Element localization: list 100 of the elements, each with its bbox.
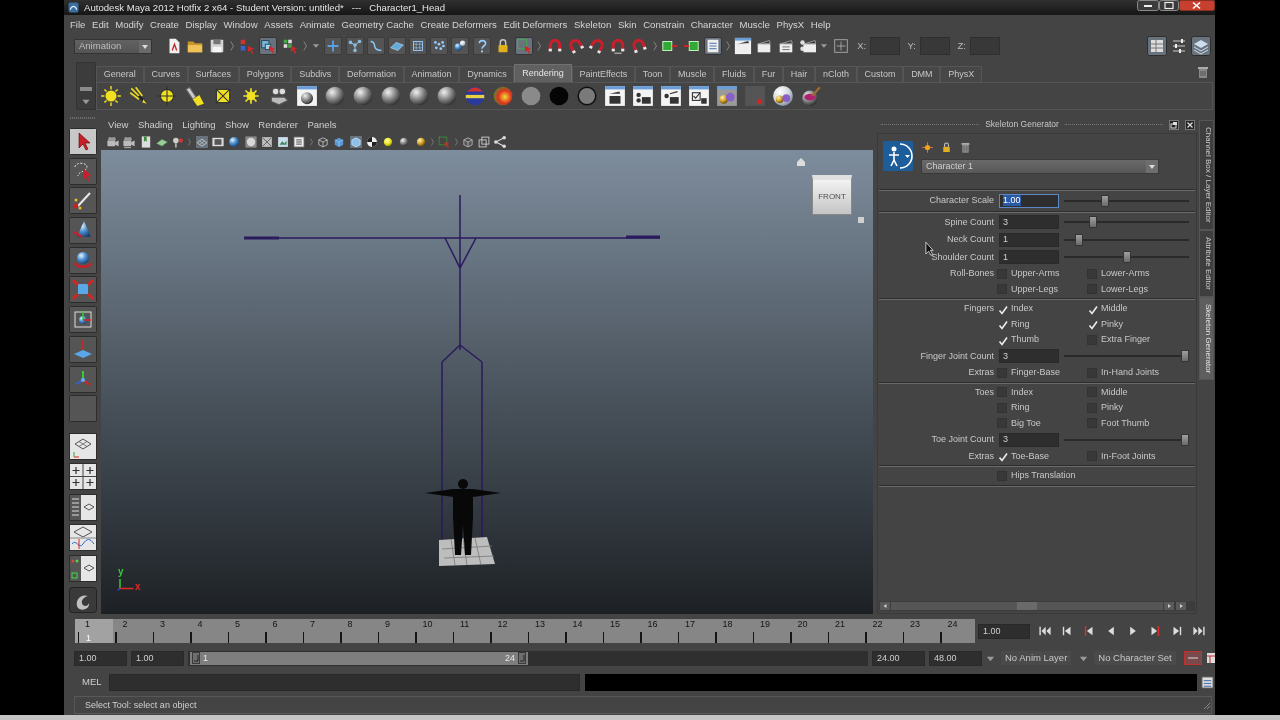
side-tab[interactable]: Channel Box / Layer Editor: [1199, 120, 1214, 230]
side-tab[interactable]: Skeleton Generator: [1199, 296, 1214, 380]
minimize-icon[interactable]: [1137, 0, 1159, 11]
checkbox-label[interactable]: Ring: [1011, 402, 1030, 414]
frame-cell[interactable]: 20: [787, 619, 825, 643]
cone-icon[interactable]: [69, 217, 97, 245]
circle-tile-icon[interactable]: [243, 134, 258, 149]
frame-cell[interactable]: 23: [900, 619, 938, 643]
outliner-view-icon[interactable]: [69, 493, 97, 521]
frame-cell[interactable]: 16: [637, 619, 675, 643]
texture-icon[interactable]: [276, 134, 291, 149]
graph-view-icon[interactable]: [69, 524, 97, 552]
checkbox-label[interactable]: Big Toe: [1011, 417, 1041, 429]
table-icon[interactable]: [1147, 36, 1167, 56]
dots-icon[interactable]: [430, 37, 449, 55]
swirl-logo-icon[interactable]: [69, 586, 97, 613]
selection-box-icon[interactable]: [515, 37, 534, 55]
shelf-tab[interactable]: Surfaces: [187, 66, 239, 82]
checkbox-label[interactable]: Hips Translation: [1011, 470, 1076, 482]
history-list-icon[interactable]: [703, 37, 722, 55]
shelf-tab[interactable]: Fur: [753, 66, 783, 82]
checkbox-label[interactable]: Ring: [1011, 318, 1030, 330]
rays-icon[interactable]: [128, 85, 150, 107]
menu-item[interactable]: Constrain: [643, 18, 685, 31]
checkbox[interactable]: [1087, 303, 1097, 314]
playback-start-field[interactable]: 1.00: [131, 650, 184, 666]
x-box-icon[interactable]: [259, 134, 274, 149]
maximize-icon[interactable]: [1159, 0, 1179, 11]
current-time-field[interactable]: 1.00: [978, 623, 1030, 639]
camera-icon[interactable]: [122, 134, 137, 149]
menu-item[interactable]: Edit Deformers: [503, 18, 568, 31]
menu-item[interactable]: Muscle: [739, 18, 770, 31]
checkbox-label[interactable]: Index: [1011, 386, 1034, 398]
frame-cell[interactable]: 15: [600, 619, 638, 643]
panel-menu[interactable]: View: [108, 118, 129, 131]
checkbox-label[interactable]: Finger-Base: [1011, 367, 1061, 379]
menu-set-dropdown[interactable]: Animation: [74, 38, 152, 54]
checkbox-label[interactable]: In-Hand Joints: [1101, 367, 1160, 379]
app-icon[interactable]: [68, 2, 79, 13]
cube-outline-icon[interactable]: [460, 134, 475, 149]
magnet-icon[interactable]: [566, 37, 585, 55]
shelf-tab[interactable]: Toon: [635, 66, 671, 82]
spark-icon[interactable]: [921, 141, 934, 154]
striped-ball-icon[interactable]: [464, 85, 486, 107]
frame-cell[interactable]: 14: [562, 619, 600, 643]
spheres-window-icon[interactable]: [716, 85, 738, 107]
flashlight-icon[interactable]: [184, 85, 206, 107]
playback-end-field[interactable]: 24.00: [872, 650, 925, 666]
value-field[interactable]: 1: [999, 250, 1059, 265]
skip-start-icon[interactable]: [1038, 624, 1052, 638]
house-icon[interactable]: [796, 157, 806, 167]
step-back-frame-icon[interactable]: [1082, 624, 1096, 638]
frame-cell[interactable]: 7: [300, 619, 338, 643]
share-nodes-icon[interactable]: [493, 134, 508, 149]
plus-icon[interactable]: [324, 37, 343, 55]
magnet-icon[interactable]: [630, 37, 649, 55]
checkbox[interactable]: [997, 303, 1007, 314]
help-icon[interactable]: [472, 37, 491, 55]
panels-view-icon[interactable]: [69, 554, 97, 582]
sphere-icon[interactable]: [324, 85, 346, 107]
frame-cell[interactable]: 17: [675, 619, 713, 643]
clapperboard-icon[interactable]: [755, 37, 774, 55]
script-editor-icon[interactable]: [1201, 675, 1214, 689]
slider-thumb[interactable]: [1122, 251, 1131, 264]
menu-item[interactable]: Create: [150, 18, 179, 31]
frame-cell[interactable]: 10: [412, 619, 450, 643]
ring-icon[interactable]: [576, 85, 598, 107]
figure-logo-icon[interactable]: [883, 141, 913, 171]
character-dropdown[interactable]: Character 1: [921, 159, 1159, 174]
shelf-tab[interactable]: Polygons: [238, 66, 292, 82]
shelf-tab[interactable]: Hair: [783, 66, 816, 82]
camera-icon[interactable]: [106, 134, 120, 149]
end-time-field[interactable]: 48.00: [929, 650, 982, 666]
resize-grip-icon[interactable]: [1201, 700, 1211, 710]
range-bar[interactable]: 1 24: [190, 651, 528, 665]
cube-arrows-icon[interactable]: [69, 276, 97, 304]
color-ball-icon[interactable]: [492, 85, 514, 107]
float-window-icon[interactable]: [1169, 119, 1179, 130]
clapperboard-icon[interactable]: [604, 85, 626, 107]
grid-plane-icon[interactable]: [194, 134, 209, 149]
small-square-icon[interactable]: [857, 216, 865, 224]
clapperboard-icon[interactable]: [632, 85, 654, 107]
horizontal-scrollbar[interactable]: [879, 601, 1195, 611]
bar-icon[interactable]: [79, 84, 93, 94]
clapperboard-icon[interactable]: [660, 85, 682, 107]
frame-cell[interactable]: 18: [712, 619, 750, 643]
slider-thumb[interactable]: [1088, 216, 1097, 229]
dim-tile-icon[interactable]: [744, 85, 766, 107]
lines-box-icon[interactable]: [292, 134, 307, 149]
shelf-tab[interactable]: PhysX: [940, 66, 983, 82]
clapperboard-icon[interactable]: [797, 37, 816, 55]
shelf-tab[interactable]: Subdivs: [291, 66, 340, 82]
checkbox-label[interactable]: Index: [1011, 303, 1034, 315]
shelf-tab[interactable]: DMM: [903, 66, 941, 82]
clapperboard-icon[interactable]: [734, 37, 753, 55]
shelf-tab[interactable]: Curves: [143, 66, 188, 82]
shelf-tab[interactable]: General: [96, 66, 144, 82]
frame-cell[interactable]: 5: [225, 619, 263, 643]
frame-cell[interactable]: 6: [262, 619, 300, 643]
frame-cell[interactable]: 11: [450, 619, 488, 643]
